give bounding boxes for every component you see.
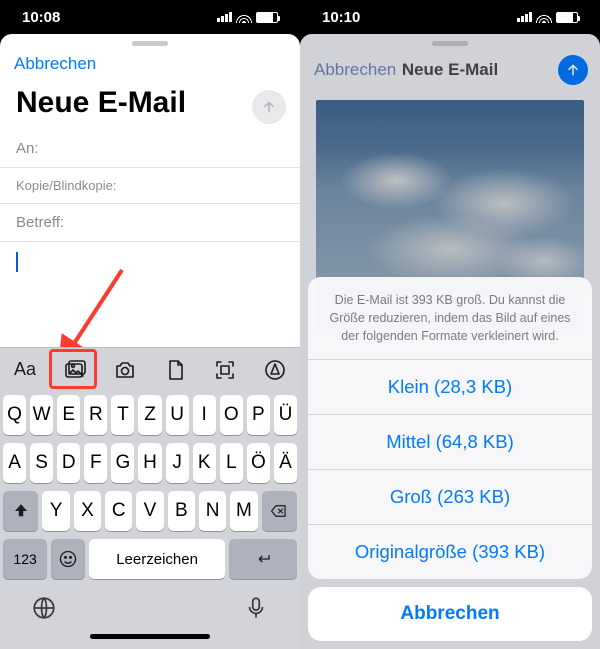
- key-j[interactable]: J: [166, 443, 189, 483]
- to-field[interactable]: An:: [0, 130, 300, 168]
- insert-photo-button[interactable]: [53, 352, 97, 388]
- camera-button[interactable]: [103, 352, 147, 388]
- key-h[interactable]: H: [138, 443, 161, 483]
- return-key[interactable]: [229, 539, 297, 579]
- phone-right: 10:10 Abbrechen Neue E-Mail Die E-Mail i…: [300, 0, 600, 649]
- body-textarea[interactable]: [0, 242, 300, 322]
- key-x[interactable]: X: [74, 491, 101, 531]
- key-row-bottom: 123 Leerzeichen: [3, 539, 297, 579]
- cc-bcc-field[interactable]: Kopie/Blindkopie:: [0, 168, 300, 204]
- status-bar: 10:08: [0, 0, 300, 34]
- subject-field[interactable]: Betreff:: [0, 204, 300, 242]
- format-aa-button[interactable]: Aa: [3, 352, 47, 388]
- key-k[interactable]: K: [193, 443, 216, 483]
- status-time: 10:08: [22, 9, 60, 26]
- key-r[interactable]: R: [84, 395, 107, 435]
- text-cursor: [16, 252, 18, 272]
- resize-action-sheet: Die E-Mail ist 393 KB groß. Du kannst di…: [308, 277, 592, 641]
- shift-icon: [12, 502, 30, 520]
- key-e[interactable]: E: [57, 395, 80, 435]
- compose-sheet-dimmed: Abbrechen Neue E-Mail Die E-Mail ist 393…: [300, 34, 600, 649]
- dictation-key[interactable]: [243, 595, 269, 626]
- size-option-large[interactable]: Groß (263 KB): [308, 470, 592, 525]
- cancel-button[interactable]: Abbrechen: [14, 54, 96, 74]
- status-icons: [517, 11, 578, 23]
- key-u[interactable]: U: [166, 395, 189, 435]
- wifi-icon: [236, 11, 252, 23]
- document-icon: [163, 358, 187, 382]
- key-c[interactable]: C: [105, 491, 132, 531]
- key-q[interactable]: Q: [3, 395, 26, 435]
- home-indicator[interactable]: [90, 634, 210, 639]
- action-sheet-cancel[interactable]: Abbrechen: [308, 587, 592, 641]
- key-n[interactable]: N: [199, 491, 226, 531]
- mic-icon: [243, 595, 269, 621]
- key-m[interactable]: M: [230, 491, 257, 531]
- key-f[interactable]: F: [84, 443, 107, 483]
- backspace-icon: [268, 502, 290, 520]
- attach-file-button[interactable]: [153, 352, 197, 388]
- key-a[interactable]: A: [3, 443, 26, 483]
- emoji-icon: [58, 549, 78, 569]
- key-ae[interactable]: Ä: [274, 443, 297, 483]
- scan-button[interactable]: [203, 352, 247, 388]
- status-icons: [217, 11, 278, 23]
- camera-icon: [113, 358, 137, 382]
- key-row-2: A S D F G H J K L Ö Ä: [3, 443, 297, 483]
- wifi-icon: [536, 11, 552, 23]
- key-ue[interactable]: Ü: [274, 395, 297, 435]
- key-v[interactable]: V: [136, 491, 163, 531]
- markup-button[interactable]: [253, 352, 297, 388]
- return-icon: [252, 550, 274, 568]
- globe-icon: [31, 595, 57, 621]
- keyboard: Q W E R T Z U I O P Ü A S D F G: [0, 391, 300, 649]
- signal-icon: [217, 12, 232, 22]
- key-g[interactable]: G: [111, 443, 134, 483]
- key-z[interactable]: Z: [138, 395, 161, 435]
- size-option-small[interactable]: Klein (28,3 KB): [308, 360, 592, 415]
- battery-icon: [256, 12, 278, 23]
- action-sheet-message: Die E-Mail ist 393 KB groß. Du kannst di…: [308, 277, 592, 360]
- numbers-key[interactable]: 123: [3, 539, 47, 579]
- status-bar: 10:10: [300, 0, 600, 34]
- globe-key[interactable]: [31, 595, 57, 626]
- emoji-key[interactable]: [51, 539, 85, 579]
- photo-icon: [63, 358, 87, 382]
- key-o[interactable]: O: [220, 395, 243, 435]
- page-title: Neue E-Mail: [0, 84, 202, 130]
- size-option-original[interactable]: Originalgröße (393 KB): [308, 525, 592, 579]
- phone-left: 10:08 Abbrechen Neue E-Mail An: Kopie/Bl…: [0, 0, 300, 649]
- signal-icon: [517, 12, 532, 22]
- sheet-grabber[interactable]: [132, 41, 168, 46]
- space-key[interactable]: Leerzeichen: [89, 539, 225, 579]
- key-i[interactable]: I: [193, 395, 216, 435]
- scan-icon: [213, 358, 237, 382]
- keyboard-toolbar: Aa: [0, 347, 300, 391]
- battery-icon: [556, 12, 578, 23]
- key-oe[interactable]: Ö: [247, 443, 270, 483]
- key-s[interactable]: S: [30, 443, 53, 483]
- key-y[interactable]: Y: [42, 491, 69, 531]
- key-row-1: Q W E R T Z U I O P Ü: [3, 395, 297, 435]
- compose-sheet: Abbrechen Neue E-Mail An: Kopie/Blindkop…: [0, 34, 300, 649]
- markup-icon: [263, 358, 287, 382]
- size-option-medium[interactable]: Mittel (64,8 KB): [308, 415, 592, 470]
- shift-key[interactable]: [3, 491, 38, 531]
- key-w[interactable]: W: [30, 395, 53, 435]
- key-row-3: Y X C V B N M: [3, 491, 297, 531]
- arrow-up-icon: [261, 99, 277, 115]
- keyboard-soft-row: [3, 587, 297, 628]
- status-time: 10:10: [322, 9, 360, 26]
- key-l[interactable]: L: [220, 443, 243, 483]
- key-d[interactable]: D: [57, 443, 80, 483]
- key-t[interactable]: T: [111, 395, 134, 435]
- backspace-key[interactable]: [262, 491, 297, 531]
- key-b[interactable]: B: [168, 491, 195, 531]
- key-p[interactable]: P: [247, 395, 270, 435]
- send-button[interactable]: [252, 90, 286, 124]
